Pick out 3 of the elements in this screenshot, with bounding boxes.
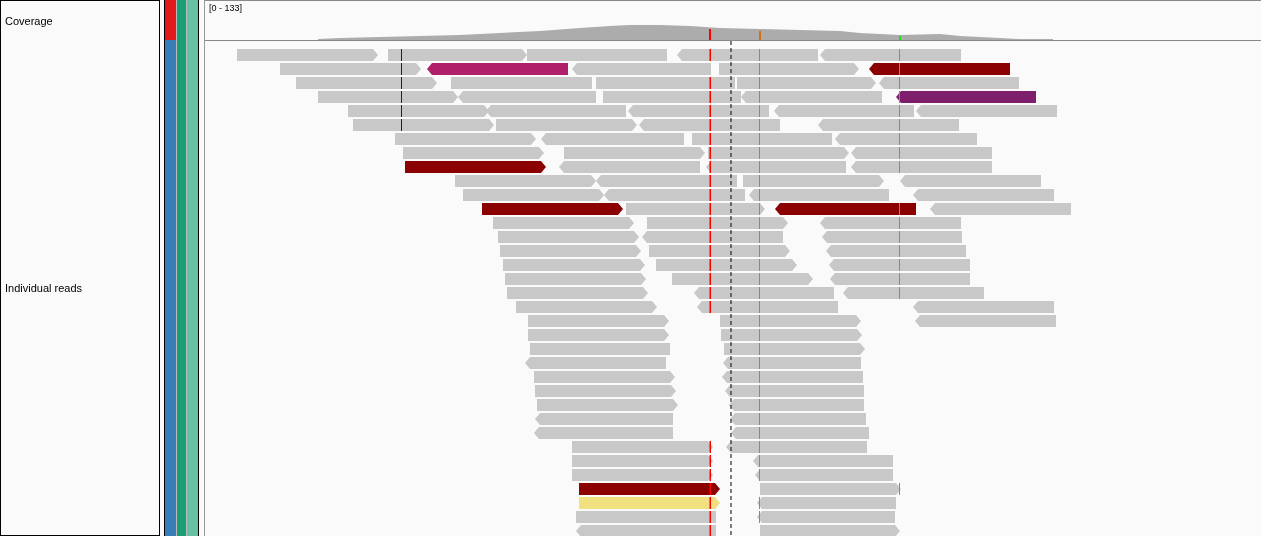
- coverage-range: [0 - 133]: [209, 2, 243, 15]
- track-label: Individual reads: [5, 280, 83, 296]
- track-label: Coverage: [5, 13, 53, 29]
